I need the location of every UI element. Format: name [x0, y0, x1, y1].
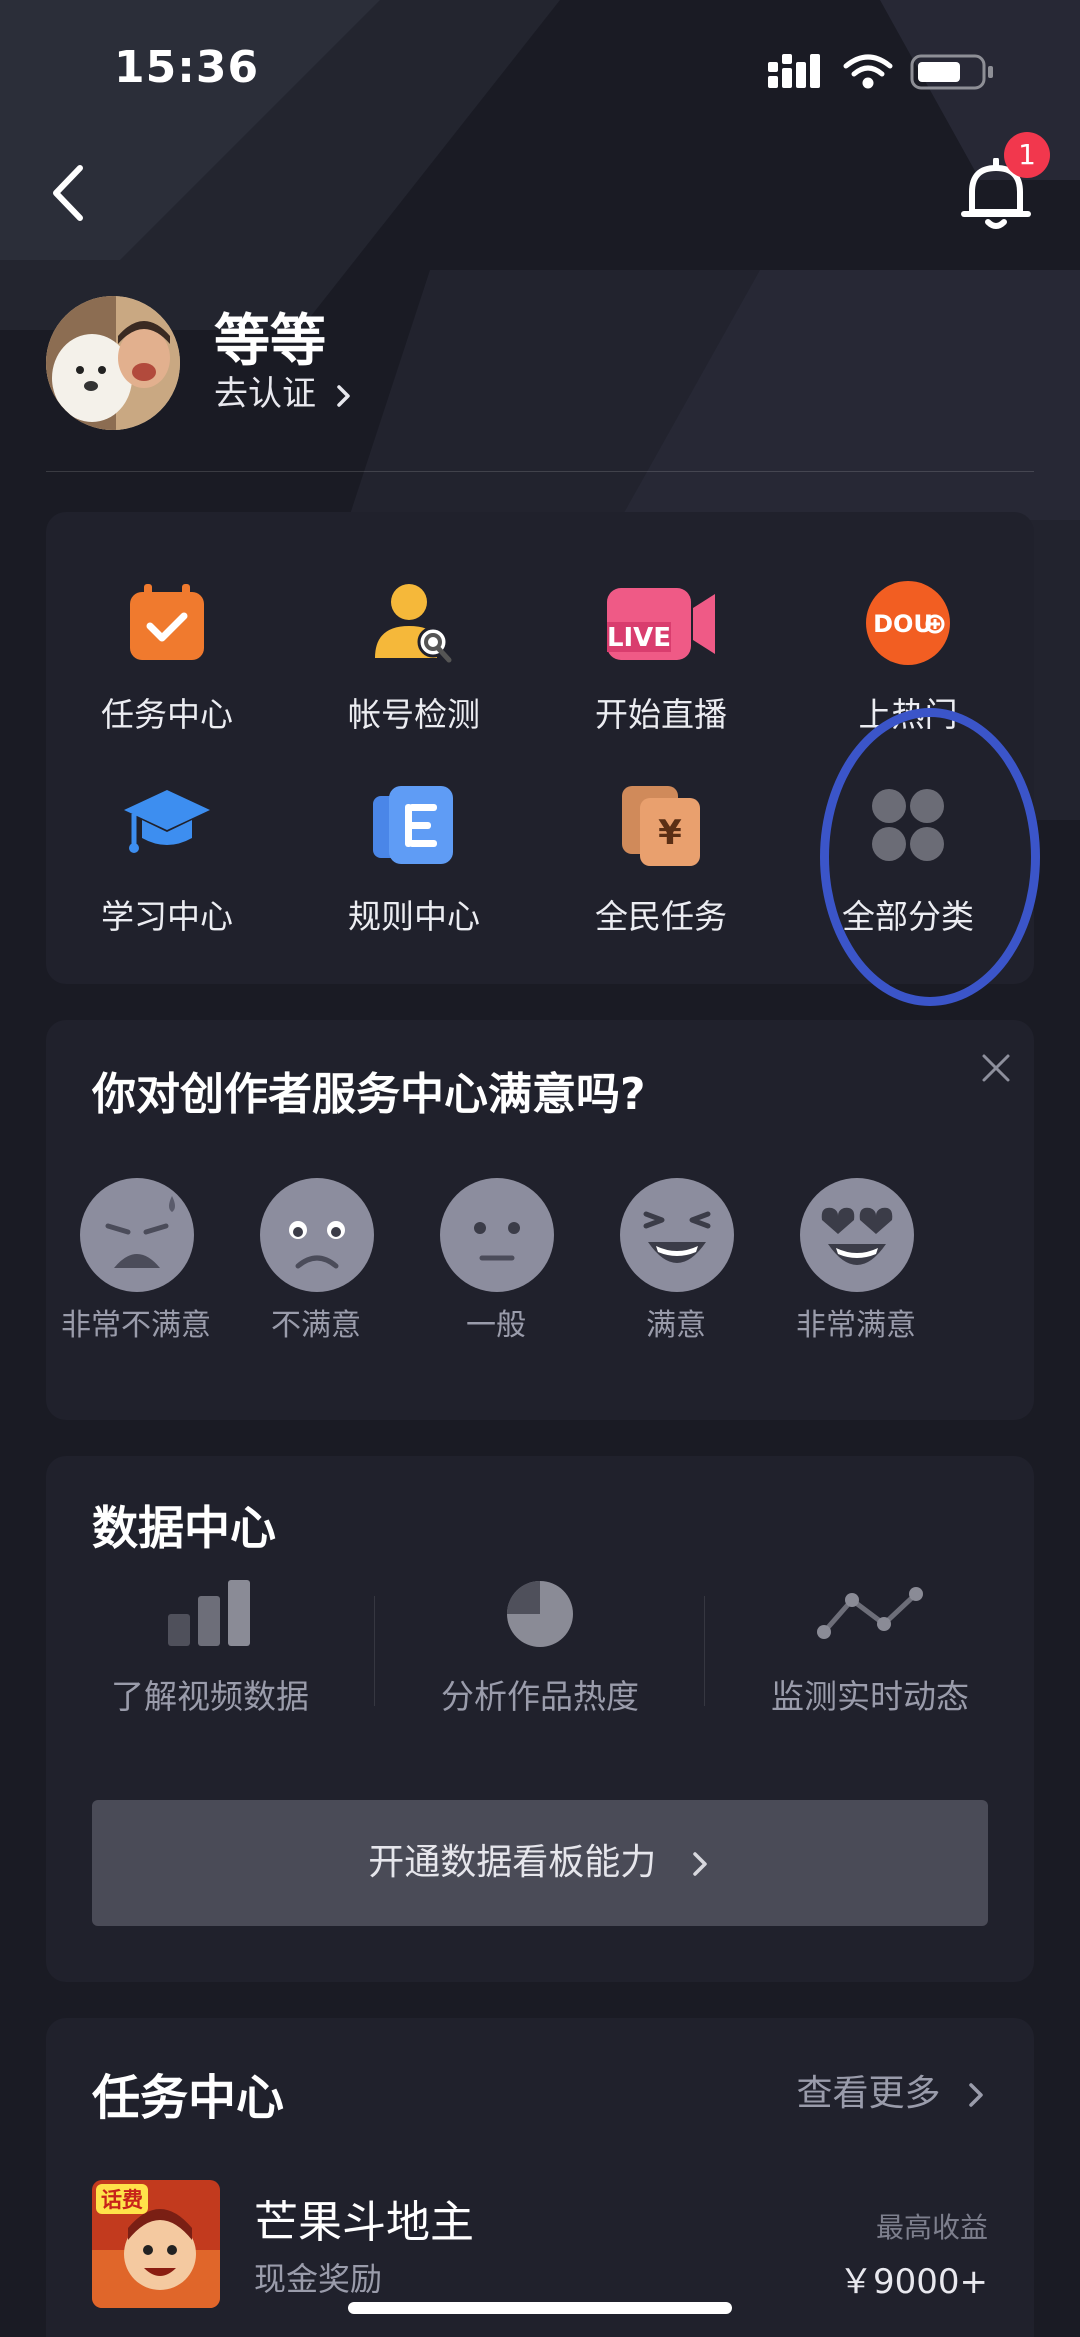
account-check-icon	[375, 584, 452, 663]
data-center-card: 数据中心 了解视频数据 分析作品热度 监测实时动态 开通数据看板能力	[46, 1456, 1034, 1982]
survey-option-label: 不满意	[271, 1308, 361, 1343]
task-thumbnail: 话费	[92, 2180, 220, 2308]
close-icon[interactable]	[976, 1048, 1016, 1088]
svg-text:DOU: DOU	[873, 610, 933, 638]
survey-option-very-dissatisfied[interactable]: 非常不满意	[46, 1176, 226, 1356]
profile-name: 等等	[214, 309, 326, 374]
task-badge: 话费	[101, 2188, 143, 2212]
live-camera-icon: LIVE	[607, 588, 715, 660]
chevron-right-icon	[969, 2083, 983, 2107]
task-name: 芒果斗地主	[254, 2197, 474, 2248]
survey-option-dissatisfied[interactable]: 不满意	[226, 1176, 406, 1356]
graduation-cap-icon	[124, 790, 210, 853]
dou-plus-icon: DOU	[866, 581, 950, 665]
chevron-right-icon	[337, 384, 350, 407]
data-item-video-data[interactable]: 了解视频数据	[60, 1578, 360, 1718]
enable-data-dashboard-label: 开通数据看板能力	[368, 1842, 657, 1883]
service-label: 开始直播	[595, 695, 727, 734]
profile-divider	[46, 471, 1034, 472]
data-item-realtime-monitor[interactable]: 监测实时动态	[720, 1578, 1020, 1718]
very-dissatisfied-face-icon	[80, 1178, 194, 1292]
verify-link[interactable]: 去认证	[214, 366, 355, 415]
wifi-icon	[843, 54, 893, 89]
task-subtitle: 现金奖励	[254, 2260, 383, 2298]
task-center-title: 任务中心	[92, 2070, 285, 2126]
view-more-label: 查看更多	[796, 2073, 941, 2114]
task-calendar-icon	[130, 584, 204, 660]
data-separator	[374, 1596, 375, 1706]
bar-chart-icon	[168, 1580, 250, 1646]
service-go-live[interactable]: LIVE 开始直播	[551, 580, 771, 760]
survey-card: 你对创作者服务中心满意吗? 非常不满意 不满意 一般 满意 非常满意	[46, 1020, 1034, 1420]
chevron-right-icon	[692, 1852, 707, 1876]
avatar[interactable]	[46, 296, 180, 430]
svg-text:¥: ¥	[658, 813, 682, 853]
service-label: 帐号检测	[348, 695, 480, 734]
back-arrow-icon[interactable]	[44, 160, 100, 226]
survey-option-neutral[interactable]: 一般	[406, 1176, 586, 1356]
svg-text:LIVE: LIVE	[607, 623, 671, 653]
neutral-face-icon	[440, 1178, 554, 1292]
status-icons	[768, 54, 993, 90]
survey-option-satisfied[interactable]: 满意	[586, 1176, 766, 1356]
pie-chart-icon	[507, 1581, 573, 1647]
service-rules-center[interactable]: 规则中心	[304, 782, 524, 962]
view-more-link[interactable]: 查看更多	[797, 2064, 988, 2116]
service-label: 学习中心	[101, 897, 233, 936]
enable-data-dashboard-button[interactable]: 开通数据看板能力	[92, 1800, 988, 1926]
very-satisfied-face-icon	[800, 1178, 914, 1292]
service-learning-center[interactable]: 学习中心	[57, 782, 277, 962]
home-indicator[interactable]	[348, 2302, 732, 2314]
service-task-center[interactable]: 任务中心	[57, 580, 277, 760]
notification-badge: 1	[1004, 132, 1050, 178]
task-center-card: 任务中心 查看更多 话费 芒果斗地主 现金奖励 最高收益 ￥9000+	[46, 2018, 1034, 2337]
data-item-label: 监测实时动态	[771, 1677, 969, 1716]
survey-title: 你对创作者服务中心满意吗?	[92, 1069, 646, 1120]
task-reward-caption: 最高收益	[875, 2211, 988, 2244]
data-item-label: 了解视频数据	[111, 1677, 309, 1716]
status-bar: 15:36	[0, 0, 1080, 140]
data-item-heat-analysis[interactable]: 分析作品热度	[390, 1578, 690, 1718]
verify-link-label: 去认证	[214, 374, 316, 414]
task-reward-amount: ￥9000+	[838, 2262, 988, 2302]
rules-book-icon	[373, 786, 453, 864]
yuan-task-icon: ¥	[622, 786, 700, 866]
survey-option-very-satisfied[interactable]: 非常满意	[766, 1176, 946, 1356]
data-center-title: 数据中心	[92, 1501, 276, 1555]
service-public-tasks[interactable]: ¥ 全民任务	[551, 782, 771, 962]
profile-header[interactable]: 等等 去认证	[46, 296, 1046, 436]
survey-option-label: 一般	[466, 1308, 526, 1343]
battery-icon	[910, 54, 993, 90]
satisfied-face-icon	[620, 1178, 734, 1292]
service-label: 任务中心	[101, 695, 233, 734]
survey-option-label: 满意	[646, 1308, 706, 1343]
highlight-annotation-ring	[820, 708, 1040, 1006]
status-time: 15:36	[114, 42, 260, 93]
survey-option-label: 非常满意	[796, 1308, 916, 1343]
line-chart-icon	[817, 1587, 923, 1639]
service-label: 规则中心	[348, 897, 480, 936]
service-account-check[interactable]: 帐号检测	[304, 580, 524, 760]
service-label: 全民任务	[595, 897, 727, 936]
signal-icon	[768, 54, 820, 88]
data-separator	[704, 1596, 705, 1706]
survey-option-label: 非常不满意	[61, 1308, 211, 1343]
data-item-label: 分析作品热度	[441, 1677, 639, 1716]
dissatisfied-face-icon	[260, 1178, 374, 1292]
